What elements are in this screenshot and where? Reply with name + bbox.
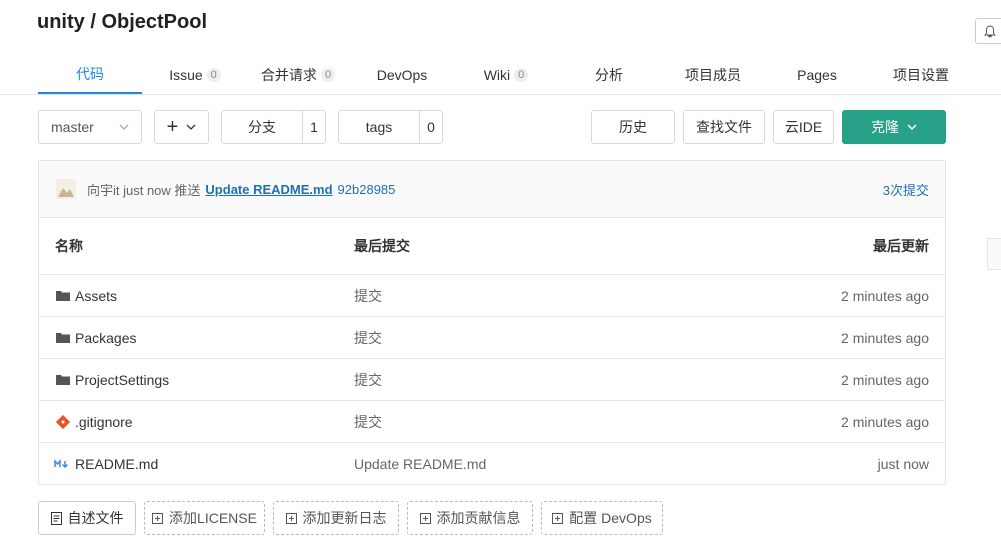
add-contributing-label: 添加贡献信息 bbox=[436, 510, 521, 526]
branches-button[interactable]: 分支 1 bbox=[221, 110, 326, 144]
add-icon bbox=[152, 512, 164, 524]
add-contributing-button[interactable]: 添加贡献信息 bbox=[407, 501, 533, 535]
markdown-icon bbox=[54, 443, 70, 485]
file-name-link[interactable]: .gitignore bbox=[75, 401, 133, 442]
file-updated-time: 2 minutes ago bbox=[841, 329, 929, 346]
tab-code[interactable]: 代码 bbox=[38, 56, 142, 94]
branch-select-value: master bbox=[51, 119, 94, 135]
tags-button[interactable]: tags 0 bbox=[338, 110, 443, 144]
add-changelog-button[interactable]: 添加更新日志 bbox=[273, 501, 399, 535]
count-badge: 0 bbox=[206, 68, 221, 82]
file-last-commit[interactable]: Update README.md bbox=[354, 443, 486, 485]
chevron-down-icon bbox=[907, 124, 917, 130]
chevron-down-icon bbox=[186, 124, 196, 130]
chevron-down-icon bbox=[119, 124, 129, 130]
tab-wiki[interactable]: Wiki 0 bbox=[468, 56, 544, 94]
tab-merge-requests[interactable]: 合并请求 0 bbox=[250, 56, 346, 94]
find-file-button[interactable]: 查找文件 bbox=[683, 110, 765, 144]
file-browser: 向宇it just now 推送 Update README.md 92b289… bbox=[38, 160, 946, 485]
commit-count-link[interactable]: 3次提交 bbox=[883, 161, 929, 217]
add-icon bbox=[419, 512, 431, 524]
tab-devops[interactable]: DevOps bbox=[360, 56, 444, 94]
file-updated-time: 2 minutes ago bbox=[841, 287, 929, 304]
notification-bell-icon[interactable] bbox=[975, 18, 1001, 44]
tab-label: 项目成员 bbox=[685, 67, 741, 83]
tab-members[interactable]: 项目成员 bbox=[673, 56, 753, 94]
tab-label: Pages bbox=[797, 67, 837, 83]
commit-sha-link[interactable]: 92b28985 bbox=[338, 182, 396, 197]
clone-button[interactable]: 克隆 bbox=[842, 110, 946, 144]
add-changelog-label: 添加更新日志 bbox=[302, 510, 387, 526]
cloud-ide-button[interactable]: 云IDE bbox=[773, 110, 834, 144]
side-panel-handle[interactable] bbox=[987, 238, 1001, 270]
avatar bbox=[56, 161, 76, 217]
folder-icon bbox=[56, 275, 70, 316]
tab-pages[interactable]: Pages bbox=[783, 56, 851, 94]
tab-label: 合并请求 bbox=[260, 67, 317, 83]
table-row[interactable]: .gitignore 提交 2 minutes ago bbox=[39, 401, 945, 443]
document-icon bbox=[50, 511, 62, 525]
file-name-link[interactable]: Packages bbox=[75, 317, 136, 358]
plus-icon: + bbox=[166, 116, 179, 138]
tab-issue[interactable]: Issue 0 bbox=[150, 56, 240, 94]
file-updated-time: 2 minutes ago bbox=[841, 371, 929, 388]
tab-label: Wiki bbox=[483, 67, 511, 83]
history-button[interactable]: 历史 bbox=[591, 110, 675, 144]
tags-count: 0 bbox=[427, 119, 435, 135]
file-last-commit[interactable]: 提交 bbox=[354, 275, 382, 316]
clone-label: 克隆 bbox=[871, 119, 899, 135]
file-updated-time: 2 minutes ago bbox=[841, 413, 929, 430]
branches-label: 分支 bbox=[222, 111, 303, 143]
commit-author-action: 向宇it just now 推送 bbox=[87, 182, 201, 198]
folder-icon bbox=[56, 317, 70, 358]
table-header: 名称 最后提交 最后更新 bbox=[39, 218, 945, 275]
commit-info: 向宇it just now 推送 Update README.md 92b289… bbox=[87, 161, 395, 217]
column-header-last-commit: 最后提交 bbox=[354, 238, 410, 254]
configure-devops-button[interactable]: 配置 DevOps bbox=[541, 501, 663, 535]
file-last-commit[interactable]: 提交 bbox=[354, 359, 382, 400]
file-updated-time: just now bbox=[877, 456, 929, 472]
readme-button[interactable]: 自述文件 bbox=[38, 501, 136, 535]
tab-settings[interactable]: 项目设置 bbox=[881, 56, 961, 94]
folder-icon bbox=[56, 359, 70, 400]
configure-devops-label: 配置 DevOps bbox=[569, 510, 652, 526]
table-row[interactable]: Assets 提交 2 minutes ago bbox=[39, 275, 945, 317]
count-badge: 0 bbox=[320, 68, 336, 82]
table-row[interactable]: ProjectSettings 提交 2 minutes ago bbox=[39, 359, 945, 401]
branches-count: 1 bbox=[310, 119, 318, 135]
tab-label: 分析 bbox=[595, 67, 623, 83]
tab-label: 项目设置 bbox=[893, 67, 949, 83]
table-row[interactable]: Packages 提交 2 minutes ago bbox=[39, 317, 945, 359]
git-file-icon bbox=[56, 401, 70, 442]
tab-label: Issue bbox=[169, 67, 203, 83]
readme-label: 自述文件 bbox=[67, 510, 124, 526]
count-badge: 0 bbox=[514, 68, 529, 82]
tab-label: 代码 bbox=[76, 66, 104, 82]
add-icon bbox=[552, 512, 564, 524]
column-header-last-updated: 最后更新 bbox=[873, 238, 929, 254]
tab-analysis[interactable]: 分析 bbox=[575, 56, 643, 94]
file-name-link[interactable]: README.md bbox=[75, 443, 158, 485]
add-license-label: 添加LICENSE bbox=[169, 510, 257, 526]
add-license-button[interactable]: 添加LICENSE bbox=[144, 501, 265, 535]
column-header-name: 名称 bbox=[55, 238, 83, 254]
add-dropdown-button[interactable]: + bbox=[154, 110, 209, 144]
last-commit-bar: 向宇it just now 推送 Update README.md 92b289… bbox=[39, 161, 945, 218]
file-name-link[interactable]: Assets bbox=[75, 275, 117, 316]
branch-select[interactable]: master bbox=[38, 110, 142, 144]
table-row[interactable]: README.md Update README.md just now bbox=[39, 443, 945, 485]
repo-title: unity / ObjectPool bbox=[37, 11, 208, 33]
repo-nav-tabs: 代码 Issue 0 合并请求 0 DevOps Wiki 0 分析 项目成员 Pag… bbox=[0, 56, 1001, 95]
tags-label: tags bbox=[339, 111, 420, 143]
file-last-commit[interactable]: 提交 bbox=[354, 317, 382, 358]
file-name-link[interactable]: ProjectSettings bbox=[75, 359, 169, 400]
add-icon bbox=[285, 512, 297, 524]
file-last-commit[interactable]: 提交 bbox=[354, 401, 382, 442]
commit-message-link[interactable]: Update README.md bbox=[205, 182, 332, 197]
tab-label: DevOps bbox=[376, 67, 428, 83]
